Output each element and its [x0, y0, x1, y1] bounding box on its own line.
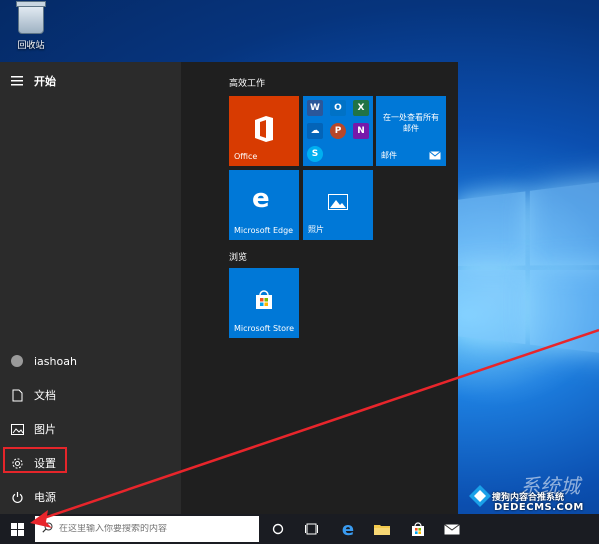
tile-mail[interactable]: 在一处查看所有邮件 邮件 [376, 96, 446, 166]
document-icon [0, 389, 34, 402]
tile-edge-label: Microsoft Edge [234, 226, 294, 235]
onedrive-icon: ☁ [307, 123, 323, 139]
search-icon [35, 522, 59, 536]
tile-office-apps[interactable]: W O X ☁ P N S [303, 96, 373, 166]
taskbar-mail-button[interactable] [436, 514, 468, 544]
pictures-button[interactable]: 图片 [0, 412, 181, 446]
recycle-bin-shortcut[interactable]: 回收站 [10, 1, 52, 51]
start-menu-rail: 开始 iashoah 文档 图片 设置 电源 [0, 62, 181, 514]
taskbar: e [0, 514, 599, 544]
hamburger-menu-button[interactable]: 开始 [0, 64, 181, 98]
picture-icon [0, 423, 34, 435]
pictures-label: 图片 [34, 423, 56, 436]
edge-icon: e [252, 184, 270, 214]
watermark-logo-icon [469, 485, 491, 507]
tile-photos-label: 照片 [308, 225, 324, 234]
tile-store[interactable]: Microsoft Store [229, 268, 299, 338]
documents-button[interactable]: 文档 [0, 378, 181, 412]
power-label: 电源 [34, 491, 56, 504]
wallpaper-windows-logo [456, 179, 599, 362]
edge-icon: e [341, 518, 355, 540]
settings-highlight-box [3, 447, 67, 473]
task-view-icon [305, 523, 318, 535]
task-view-button[interactable] [296, 514, 328, 544]
power-icon [0, 491, 34, 504]
onenote-icon: N [353, 123, 369, 139]
search-input[interactable] [59, 524, 249, 534]
store-bag-icon [412, 522, 424, 536]
outlook-icon: O [330, 100, 346, 116]
task-view-cortana-button[interactable] [262, 514, 294, 544]
tile-office-label: Office [234, 152, 258, 161]
taskbar-explorer-button[interactable] [366, 514, 398, 544]
start-button[interactable] [0, 514, 34, 544]
user-avatar-icon [0, 355, 34, 367]
office-icon [255, 116, 273, 142]
group-title-explore: 浏览 [229, 253, 248, 263]
taskbar-edge-button[interactable]: e [332, 514, 364, 544]
store-bag-icon [256, 290, 272, 309]
tile-store-label: Microsoft Store [234, 324, 295, 333]
tile-office[interactable]: Office [229, 96, 299, 166]
windows-logo-icon [10, 522, 24, 536]
power-button[interactable]: 电源 [0, 480, 181, 514]
tile-mail-label: 邮件 [381, 151, 397, 160]
photos-icon [328, 194, 348, 210]
taskbar-store-button[interactable] [402, 514, 434, 544]
tile-mail-message: 在一处查看所有邮件 [383, 113, 439, 133]
skype-icon: S [307, 146, 323, 162]
recycle-bin-icon [16, 1, 46, 34]
taskbar-search-box[interactable] [35, 516, 259, 542]
excel-icon: X [353, 100, 369, 116]
cortana-circle-icon [272, 523, 284, 535]
mail-icon [429, 151, 441, 160]
watermark-line-2: DEDECMS.COM [494, 502, 584, 513]
tile-photos[interactable]: 照片 [303, 170, 373, 240]
hamburger-icon [0, 76, 34, 86]
mail-icon [444, 523, 460, 534]
powerpoint-icon: P [330, 123, 346, 139]
folder-icon [374, 525, 390, 535]
tile-edge[interactable]: e Microsoft Edge [229, 170, 299, 240]
start-menu-title: 开始 [34, 75, 56, 88]
group-title-productivity: 高效工作 [229, 79, 266, 89]
user-account-button[interactable]: iashoah [0, 344, 181, 378]
documents-label: 文档 [34, 389, 56, 402]
word-icon: W [307, 100, 323, 116]
recycle-bin-label: 回收站 [17, 41, 45, 51]
user-name: iashoah [34, 354, 77, 368]
